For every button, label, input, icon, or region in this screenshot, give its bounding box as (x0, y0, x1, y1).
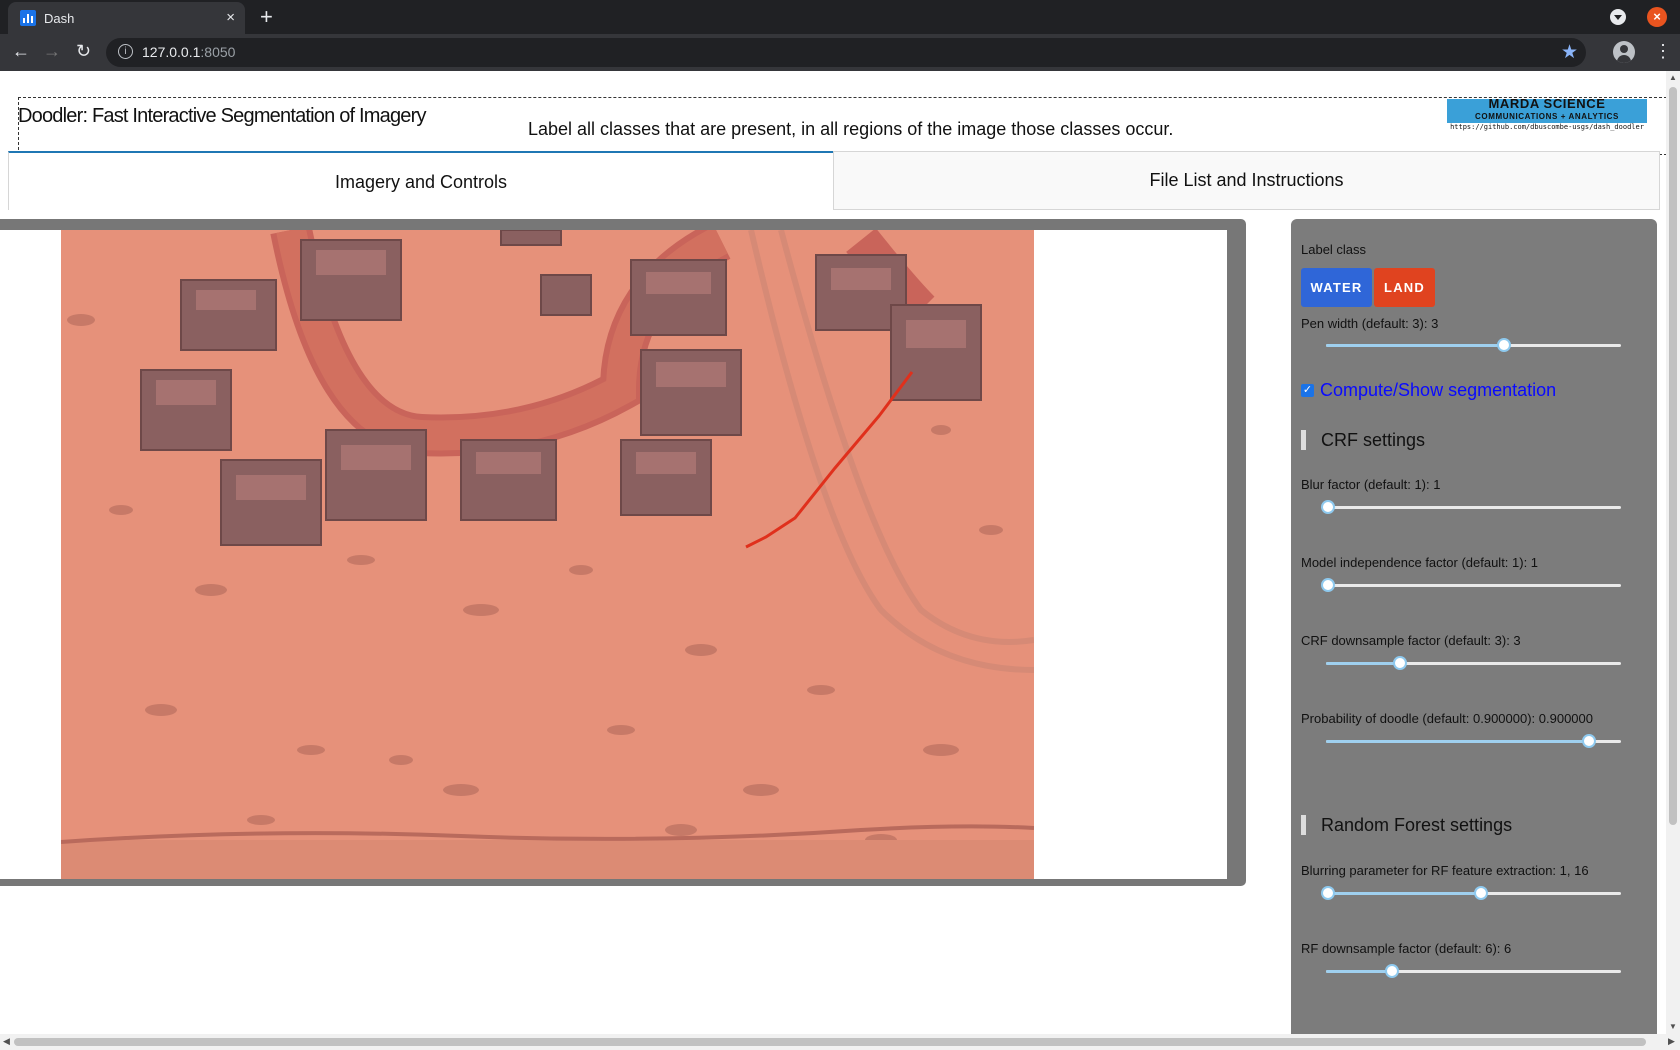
app-title: Doodler: Fast Interactive Segmentation o… (18, 105, 426, 127)
scroll-left-icon[interactable]: ◀ (3, 1036, 10, 1047)
blur-factor-slider[interactable] (1321, 500, 1621, 514)
tab-imagery-and-controls[interactable]: Imagery and Controls (8, 151, 833, 210)
crf-downsample-handle[interactable] (1393, 656, 1407, 670)
browser-menu-icon[interactable]: ⋮ (1654, 41, 1672, 62)
pen-width-label: Pen width (default: 3): 3 (1301, 316, 1439, 331)
model-independence-slider[interactable] (1321, 578, 1621, 592)
vertical-scrollbar[interactable]: ▲ ▼ (1666, 71, 1680, 1034)
label-class-title: Label class (1301, 242, 1367, 257)
pen-width-slider[interactable] (1326, 338, 1621, 352)
browser-toolbar: ← → ↻ i 127.0.0.1:8050 ★ ⋮ (0, 34, 1680, 71)
instructions-text: Label all classes that are present, in a… (528, 119, 1174, 139)
prob-doodle-label: Probability of doodle (default: 0.900000… (1301, 711, 1593, 726)
vertical-scroll-thumb[interactable] (1669, 87, 1677, 825)
model-independence-handle[interactable] (1321, 578, 1335, 592)
pen-width-handle[interactable] (1497, 338, 1511, 352)
scroll-down-icon[interactable]: ▼ (1669, 1022, 1677, 1031)
tab-file-list-and-instructions[interactable]: File List and Instructions (833, 151, 1660, 210)
blur-factor-handle[interactable] (1321, 500, 1335, 514)
prob-doodle-handle[interactable] (1582, 734, 1596, 748)
browser-tab-strip: Dash × + × (0, 0, 1680, 34)
scroll-up-icon[interactable]: ▲ (1669, 73, 1677, 82)
show-segmentation-label[interactable]: Compute/Show segmentation (1320, 380, 1556, 401)
bookmark-star-icon[interactable]: ★ (1561, 41, 1578, 64)
rf-downsample-slider[interactable] (1326, 964, 1621, 978)
rf-blur-min-handle[interactable] (1321, 886, 1335, 900)
horizontal-scroll-thumb[interactable] (14, 1038, 1646, 1046)
url-text: 127.0.0.1:8050 (142, 44, 236, 60)
reload-button[interactable]: ↻ (76, 41, 91, 62)
window-close-button[interactable]: × (1647, 7, 1667, 27)
address-bar[interactable]: i 127.0.0.1:8050 ★ (106, 38, 1586, 67)
segmented-aerial-image[interactable] (61, 230, 1034, 879)
rf-blur-label: Blurring parameter for RF feature extrac… (1301, 863, 1589, 878)
browser-tab[interactable]: Dash × (8, 2, 245, 34)
browser-tab-title: Dash (44, 11, 75, 26)
tab-close-icon[interactable]: × (226, 9, 235, 26)
marda-science-logo: MARDA SCIENCE COMMUNICATIONS + ANALYTICS (1447, 99, 1647, 123)
water-class-button[interactable]: WATER (1301, 268, 1372, 307)
new-tab-button[interactable]: + (260, 4, 273, 30)
main-tabs: Imagery and Controls File List and Instr… (8, 151, 1660, 210)
forward-button[interactable]: → (43, 41, 61, 62)
rf-settings-heading: Random Forest settings (1301, 815, 1512, 835)
horizontal-scrollbar[interactable]: ◀ ▶ (0, 1034, 1680, 1050)
app-page: Doodler: Fast Interactive Segmentation o… (0, 71, 1666, 1034)
land-class-button[interactable]: LAND (1374, 268, 1435, 307)
rf-downsample-handle[interactable] (1385, 964, 1399, 978)
image-panel (0, 219, 1246, 886)
crf-settings-heading: CRF settings (1301, 430, 1425, 450)
profile-avatar-icon[interactable] (1613, 41, 1635, 63)
rf-blur-range-slider[interactable] (1321, 886, 1621, 900)
site-info-icon[interactable]: i (118, 44, 133, 59)
control-panel: Label class WATER LAND Pen width (defaul… (1291, 219, 1657, 1034)
blur-factor-label: Blur factor (default: 1): 1 (1301, 477, 1441, 492)
scroll-right-icon[interactable]: ▶ (1668, 1036, 1675, 1047)
back-button[interactable]: ← (12, 41, 30, 62)
dash-favicon-icon (20, 10, 36, 26)
rf-blur-max-handle[interactable] (1474, 886, 1488, 900)
prob-doodle-slider[interactable] (1326, 734, 1621, 748)
image-canvas[interactable] (0, 230, 1227, 879)
crf-downsample-slider[interactable] (1326, 656, 1621, 670)
tab-search-icon[interactable] (1610, 9, 1626, 25)
crf-downsample-label: CRF downsample factor (default: 3): 3 (1301, 633, 1521, 648)
logo-url: https://github.com/dbuscombe-usgs/dash_d… (1450, 123, 1644, 131)
rf-downsample-label: RF downsample factor (default: 6): 6 (1301, 941, 1512, 956)
show-segmentation-checkbox[interactable]: ✓ (1301, 384, 1314, 397)
model-independence-label: Model independence factor (default: 1): … (1301, 555, 1539, 570)
